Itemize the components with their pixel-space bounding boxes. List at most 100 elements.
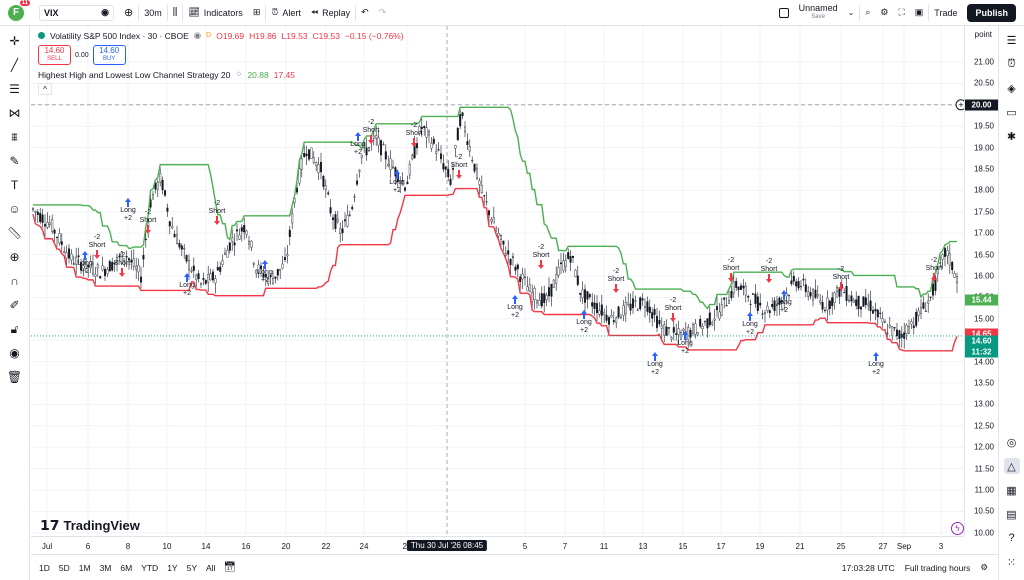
- magnet-icon[interactable]: ∩: [6, 272, 24, 290]
- flash-icon[interactable]: ϟ: [951, 522, 964, 535]
- candle-body: [425, 127, 428, 138]
- candle-body: [214, 278, 217, 284]
- candle-body: [632, 298, 635, 309]
- range-button-1y[interactable]: 1Y: [167, 563, 177, 573]
- short-entry-marker[interactable]: -2Short: [723, 257, 740, 282]
- range-button-5y[interactable]: 5Y: [187, 563, 197, 573]
- short-entry-marker[interactable]: -2Short: [209, 200, 226, 225]
- short-entry-marker[interactable]: -2Short: [608, 268, 625, 293]
- sell-button[interactable]: 14.60 SELL: [38, 45, 71, 65]
- fullscreen-button[interactable]: ⛶: [893, 0, 909, 26]
- horizontal-lines-icon[interactable]: ☰: [6, 80, 24, 98]
- snapshot-button[interactable]: ▣: [910, 0, 929, 26]
- candle-body: [171, 226, 174, 229]
- alarm-icon: ⏰︎: [271, 7, 279, 17]
- layout-select[interactable]: Unnamed Save ⌄: [774, 0, 860, 26]
- settings-button[interactable]: ⚙: [875, 0, 893, 26]
- quick-search-button[interactable]: ⌕: [860, 0, 875, 26]
- long-entry-marker[interactable]: Long+2: [776, 290, 792, 314]
- strategy-legend[interactable]: Highest High and Lowest Low Channel Stra…: [38, 69, 295, 80]
- range-button-1m[interactable]: 1M: [79, 563, 91, 573]
- layers-icon[interactable]: ◈: [1004, 80, 1020, 96]
- range-button-1d[interactable]: 1D: [39, 563, 50, 573]
- trade-button[interactable]: Trade: [929, 0, 962, 26]
- help-icon[interactable]: ?: [1004, 530, 1020, 546]
- alert-button[interactable]: ⏰︎ Alert: [266, 0, 306, 26]
- candle-body: [658, 319, 661, 325]
- session-selector[interactable]: Full trading hours: [905, 563, 971, 573]
- zoom-in-icon[interactable]: ⊕: [6, 248, 24, 266]
- redo-icon: ↷: [378, 7, 387, 17]
- candle-body: [572, 256, 575, 258]
- lock-icon[interactable]: 🔓︎: [6, 320, 24, 338]
- svg-text:-2: -2: [145, 209, 151, 216]
- buy-button[interactable]: 14.60 BUY: [92, 45, 126, 65]
- templates-button[interactable]: ⊞: [248, 0, 266, 26]
- long-entry-marker[interactable]: Long+2: [576, 310, 592, 334]
- chart-pane[interactable]: + Long +2 -2 Short -2 Short Long +2 -2 Short Long +2…: [31, 26, 967, 536]
- radar-icon[interactable]: ◎: [1004, 434, 1020, 450]
- short-entry-marker[interactable]: -2Short: [533, 244, 550, 269]
- long-entry-marker[interactable]: Long+2: [179, 273, 195, 297]
- tradingview-logo[interactable]: 𝟭𝟳 TradingView: [40, 517, 140, 534]
- range-button-all[interactable]: All: [206, 563, 215, 573]
- flag-icon: ◉: [193, 30, 202, 40]
- stay-drawing-icon[interactable]: ✐: [6, 296, 24, 314]
- svg-text:-2: -2: [931, 257, 937, 264]
- symbol-search[interactable]: VIX ◉: [39, 4, 114, 21]
- time-axis[interactable]: Jul6810141620222428571113151719212527Sep…: [31, 536, 964, 554]
- settings-icon[interactable]: ⚙: [980, 562, 988, 573]
- indicators-button[interactable]: 📈︎ Indicators: [183, 0, 247, 26]
- replay-button[interactable]: ⏪︎ Replay: [306, 0, 355, 26]
- candle-body: [550, 283, 553, 297]
- candle-body: [211, 271, 214, 281]
- chat-icon[interactable]: ▭: [1004, 104, 1020, 120]
- publish-button[interactable]: Publish: [967, 3, 1016, 22]
- brush-icon[interactable]: ✎: [6, 152, 24, 170]
- short-entry-marker[interactable]: -2Short: [761, 258, 778, 283]
- price-chart[interactable]: +Long+2-2Short-2ShortLong+2-2ShortLong+2…: [31, 26, 967, 536]
- crosshair-icon[interactable]: ✛: [6, 32, 24, 50]
- compare-button[interactable]: ⊕: [119, 0, 138, 26]
- eye-icon[interactable]: ◉: [6, 344, 24, 362]
- range-button-3m[interactable]: 3M: [100, 563, 112, 573]
- user-avatar[interactable]: F 11: [8, 0, 30, 21]
- utc-clock[interactable]: 17:03:28 UTC: [842, 563, 895, 573]
- long-entry-marker[interactable]: Long+2: [507, 295, 523, 319]
- chart-type-button[interactable]: ⫼: [168, 0, 183, 26]
- watchlist-icon[interactable]: ☰: [1004, 32, 1020, 48]
- pine-icon[interactable]: △: [1003, 458, 1020, 474]
- notes-icon[interactable]: ▤: [1004, 506, 1020, 522]
- svg-text:-2: -2: [368, 119, 374, 126]
- alarm-icon[interactable]: ⏰︎: [1004, 56, 1020, 72]
- fib-icon[interactable]: ⩩: [6, 128, 24, 146]
- collapse-legend-button[interactable]: ^: [38, 83, 52, 95]
- ideas-icon[interactable]: ✱: [1004, 128, 1020, 144]
- short-entry-marker[interactable]: -2Short: [89, 234, 106, 259]
- interval-button[interactable]: 30m: [139, 0, 167, 26]
- long-entry-marker[interactable]: Long+2: [868, 352, 884, 376]
- long-entry-marker[interactable]: Long+2: [647, 352, 663, 376]
- axis-mode-label[interactable]: point: [975, 30, 992, 39]
- pattern-icon[interactable]: ⋈: [6, 104, 24, 122]
- long-entry-marker[interactable]: Long+2: [742, 312, 758, 336]
- range-button-6m[interactable]: 6M: [120, 563, 132, 573]
- undo-button[interactable]: ↶: [356, 0, 374, 26]
- short-entry-marker[interactable]: -2Short: [140, 209, 157, 234]
- apps-icon[interactable]: ⁙: [1004, 554, 1020, 570]
- trend-line-icon[interactable]: ╱: [6, 56, 24, 74]
- range-button-ytd[interactable]: YTD: [141, 563, 158, 573]
- emoji-icon[interactable]: ☺: [6, 200, 24, 218]
- goto-date-icon[interactable]: 📅︎: [223, 562, 236, 573]
- trash-icon[interactable]: 🗑︎: [6, 368, 24, 386]
- text-icon[interactable]: T: [6, 176, 24, 194]
- price-axis[interactable]: point 21.00 20.50 20.00 19.50 19.00 18.50 18.0…: [964, 26, 998, 537]
- short-entry-marker[interactable]: -2Short: [665, 297, 682, 322]
- candle-body: [725, 305, 728, 307]
- ruler-icon[interactable]: 📏︎: [6, 224, 24, 242]
- long-entry-marker[interactable]: Long+2: [120, 198, 136, 222]
- range-button-5d[interactable]: 5D: [59, 563, 70, 573]
- redo-button[interactable]: ↷: [374, 0, 392, 26]
- candle-body: [329, 207, 332, 214]
- calendar-icon[interactable]: ▦: [1004, 482, 1020, 498]
